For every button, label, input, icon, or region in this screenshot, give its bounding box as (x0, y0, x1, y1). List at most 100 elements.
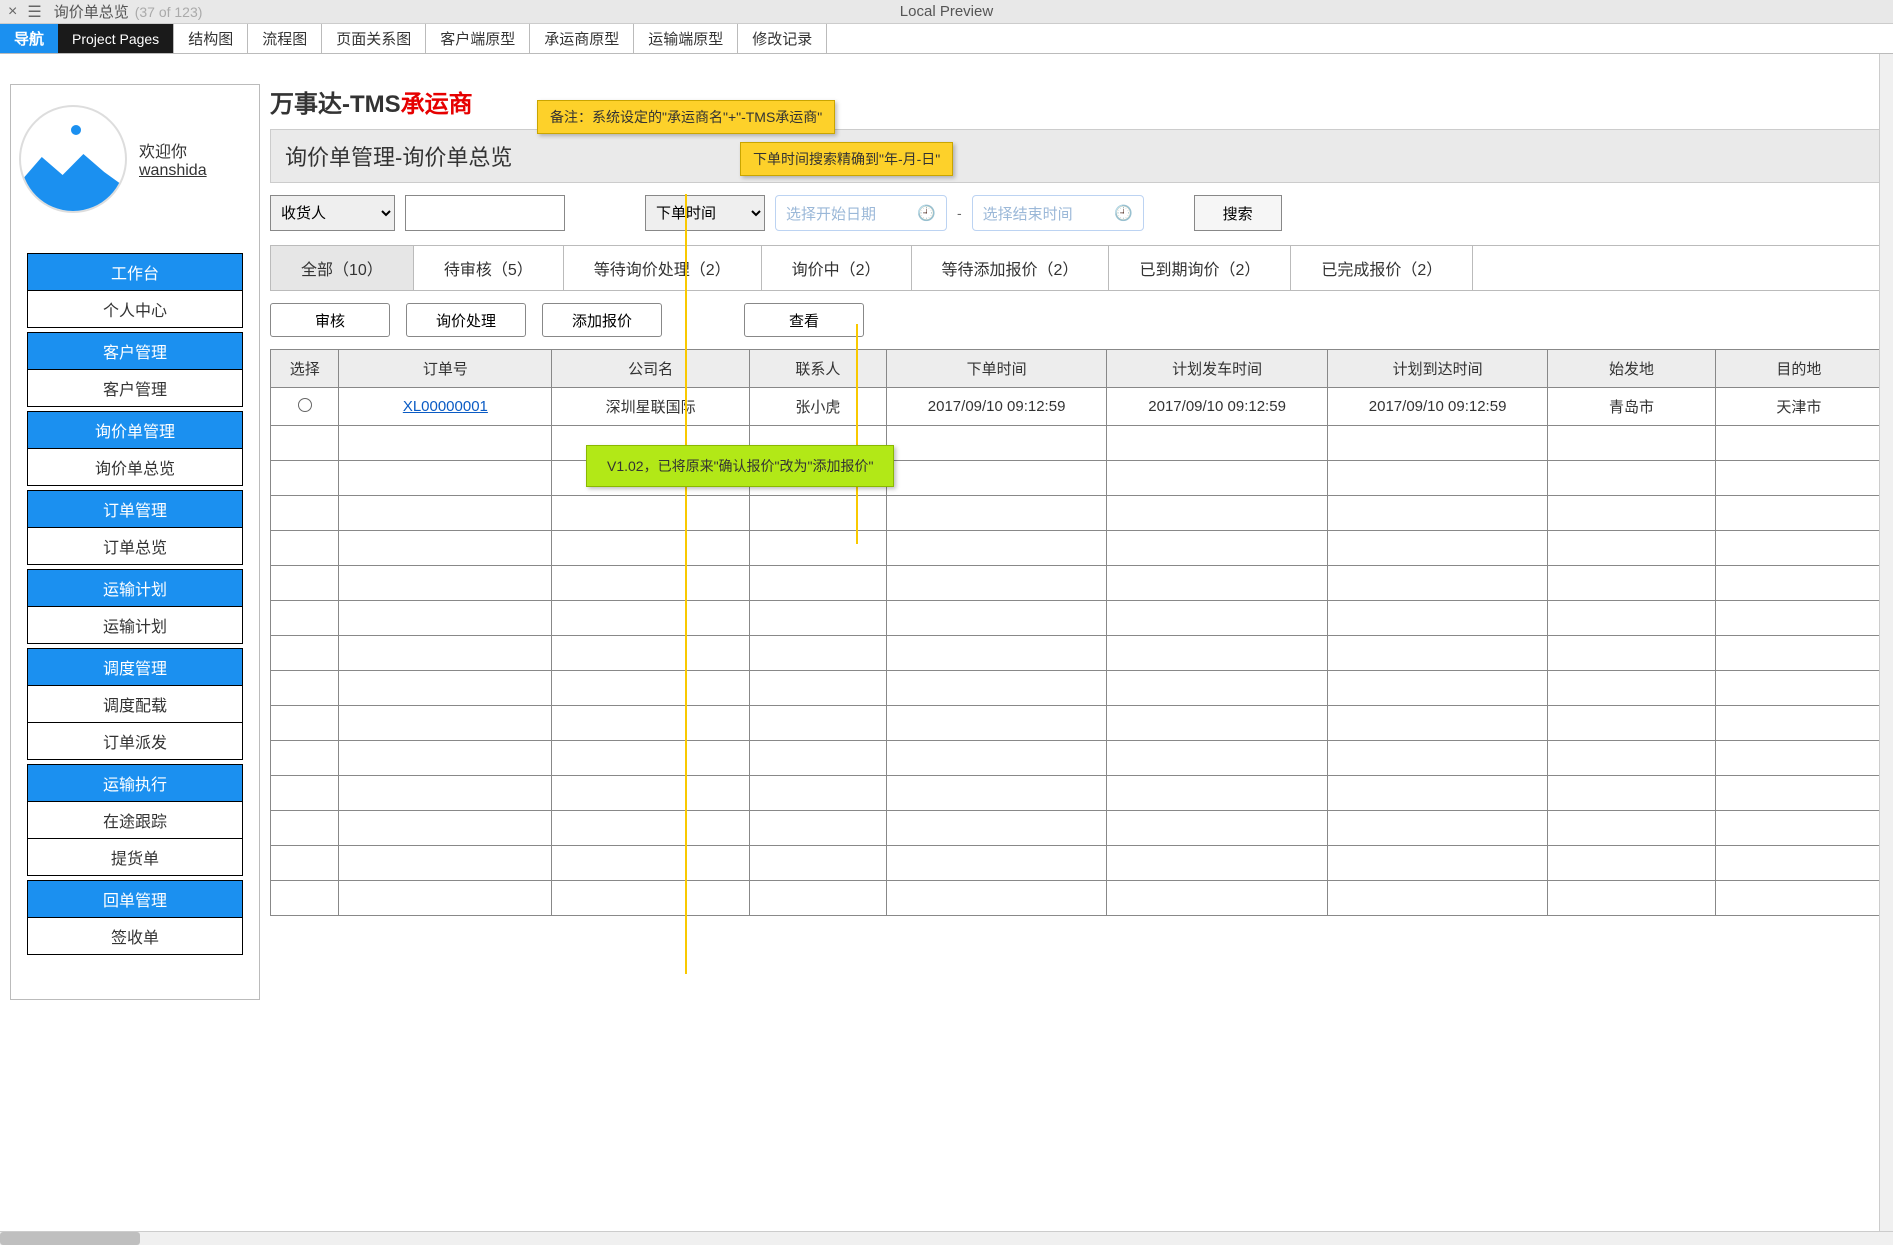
status-tab[interactable]: 等待添加报价（2） (912, 246, 1110, 290)
table-row (271, 601, 1883, 636)
clock-icon: 🕘 (917, 204, 936, 222)
table-row (271, 776, 1883, 811)
annotation-note: 备注：系统设定的"承运商名"+"-TMS承运商" (537, 100, 835, 134)
table-row (271, 741, 1883, 776)
col-header: 选择 (271, 350, 339, 388)
search-button[interactable]: 搜索 (1194, 195, 1282, 231)
col-header: 订单号 (339, 350, 552, 388)
tab-changelog[interactable]: 修改记录 (738, 24, 827, 53)
row-select[interactable] (271, 388, 339, 426)
filter-select-time[interactable]: 下单时间 (645, 195, 765, 231)
annotation-line (685, 194, 687, 974)
col-header: 公司名 (552, 350, 750, 388)
nav-header[interactable]: 询价单管理 (27, 411, 243, 449)
close-icon[interactable]: × (8, 3, 17, 21)
nav-header[interactable]: 回单管理 (27, 880, 243, 918)
h-scrollbar[interactable] (0, 1231, 1893, 1245)
nav-header[interactable]: 运输计划 (27, 569, 243, 607)
avatar-block: 欢迎你 wanshida (19, 105, 251, 213)
table-row (271, 671, 1883, 706)
filter-bar: 收货人 下单时间 选择开始日期🕘 - 选择结束时间🕘 搜索 (270, 195, 1883, 231)
table-row (271, 881, 1883, 916)
nav-header[interactable]: 运输执行 (27, 764, 243, 802)
status-tab[interactable]: 全部（10） (271, 246, 414, 290)
tab-structure[interactable]: 结构图 (174, 24, 248, 53)
table-row (271, 426, 1883, 461)
col-header: 计划发车时间 (1107, 350, 1328, 388)
nav-item[interactable]: 订单总览 (27, 528, 243, 565)
tab-nav[interactable]: 导航 (0, 24, 58, 53)
nav-item[interactable]: 运输计划 (27, 607, 243, 644)
start-date-input[interactable]: 选择开始日期🕘 (775, 195, 947, 231)
page-name: 询价单总览 (54, 1, 129, 22)
nav-item[interactable]: 在途跟踪 (27, 802, 243, 839)
status-tab[interactable]: 等待询价处理（2） (564, 246, 762, 290)
page-counter: (37 of 123) (135, 4, 203, 20)
action-view[interactable]: 查看 (744, 303, 864, 337)
tab-flow[interactable]: 流程图 (248, 24, 322, 53)
col-header: 联系人 (750, 350, 887, 388)
nav-header[interactable]: 客户管理 (27, 332, 243, 370)
nav-menu: 工作台个人中心客户管理客户管理询价单管理询价单总览订单管理订单总览运输计划运输计… (27, 253, 243, 955)
table-row (271, 566, 1883, 601)
tab-carrier[interactable]: 承运商原型 (530, 24, 634, 53)
v-scrollbar[interactable] (1879, 54, 1893, 1231)
title-bar: × ☰ 询价单总览 (37 of 123) Local Preview (0, 0, 1893, 24)
nav-item[interactable]: 签收单 (27, 918, 243, 955)
col-header: 计划到达时间 (1327, 350, 1548, 388)
tab-relation[interactable]: 页面关系图 (322, 24, 426, 53)
status-tab[interactable]: 待审核（5） (414, 246, 564, 290)
col-header: 下单时间 (886, 350, 1107, 388)
nav-header[interactable]: 调度管理 (27, 648, 243, 686)
status-tab[interactable]: 已完成报价（2） (1291, 246, 1473, 290)
nav-item[interactable]: 客户管理 (27, 370, 243, 407)
preview-label: Local Preview (900, 3, 993, 20)
tab-transport[interactable]: 运输端原型 (634, 24, 738, 53)
table-row (271, 811, 1883, 846)
filter-select-field[interactable]: 收货人 (270, 195, 395, 231)
table-row (271, 846, 1883, 881)
table-row (271, 706, 1883, 741)
action-add-quote[interactable]: 添加报价 (542, 303, 662, 337)
nav-header[interactable]: 订单管理 (27, 490, 243, 528)
content-area: 万事达-TMS承运商 询价单管理-询价单总览 收货人 下单时间 选择开始日期🕘 … (270, 84, 1883, 1000)
order-link[interactable]: XL00000001 (339, 388, 552, 426)
page-title: 询价单管理-询价单总览 (270, 129, 1883, 183)
annotation-line (856, 324, 858, 544)
action-bar: 审核 询价处理 添加报价 查看 (270, 303, 1883, 337)
table-row (271, 496, 1883, 531)
data-table: 选择订单号公司名联系人下单时间计划发车时间计划到达时间始发地目的地 XL0000… (270, 349, 1883, 916)
table-row: XL00000001深圳星联国际张小虎2017/09/10 09:12:5920… (271, 388, 1883, 426)
annotation-note: V1.02，已将原来"确认报价"改为"添加报价" (586, 445, 894, 487)
username-link[interactable]: wanshida (139, 162, 207, 180)
nav-item[interactable]: 个人中心 (27, 291, 243, 328)
status-tab[interactable]: 已到期询价（2） (1109, 246, 1291, 290)
menu-icon[interactable]: ☰ (27, 2, 41, 22)
status-tab[interactable]: 询价中（2） (762, 246, 912, 290)
tab-client[interactable]: 客户端原型 (426, 24, 530, 53)
end-date-input[interactable]: 选择结束时间🕘 (972, 195, 1144, 231)
nav-item[interactable]: 提货单 (27, 839, 243, 876)
brand-title: 万事达-TMS承运商 (270, 84, 1883, 119)
table-row (271, 461, 1883, 496)
filter-text-input[interactable] (405, 195, 565, 231)
top-tabs: 导航 Project Pages 结构图 流程图 页面关系图 客户端原型 承运商… (0, 24, 1893, 54)
action-audit[interactable]: 审核 (270, 303, 390, 337)
date-dash: - (957, 205, 962, 221)
table-row (271, 636, 1883, 671)
col-header: 目的地 (1715, 350, 1882, 388)
annotation-note: 下单时间搜索精确到"年-月-日" (740, 142, 953, 176)
col-header: 始发地 (1548, 350, 1715, 388)
sidebar: 欢迎你 wanshida 工作台个人中心客户管理客户管理询价单管理询价单总览订单… (10, 84, 260, 1000)
brand-red: 承运商 (401, 91, 473, 118)
table-row (271, 531, 1883, 566)
avatar-icon (19, 105, 127, 213)
nav-item[interactable]: 询价单总览 (27, 449, 243, 486)
nav-header[interactable]: 工作台 (27, 253, 243, 291)
action-process[interactable]: 询价处理 (406, 303, 526, 337)
clock-icon: 🕘 (1114, 204, 1133, 222)
nav-item[interactable]: 调度配载 (27, 686, 243, 723)
nav-item[interactable]: 订单派发 (27, 723, 243, 760)
status-tabs: 全部（10）待审核（5）等待询价处理（2）询价中（2）等待添加报价（2）已到期询… (270, 245, 1883, 291)
tab-project-pages[interactable]: Project Pages (58, 24, 174, 53)
